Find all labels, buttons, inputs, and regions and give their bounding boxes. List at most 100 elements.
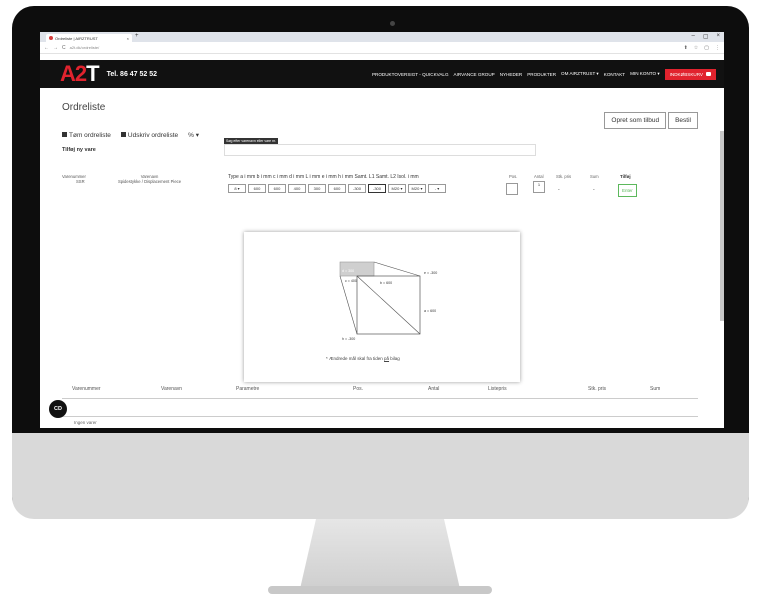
nav-item-produktoversigt[interactable]: PRODUKTOVERSIGT - QUICKVALG	[372, 72, 449, 77]
cart-icon	[706, 72, 711, 76]
c-input[interactable]: 400	[288, 184, 306, 193]
nav-item-kontakt[interactable]: KONTAKT	[604, 72, 625, 77]
th-varenummer: Varenummer	[72, 386, 101, 392]
label-a: a = 600	[424, 309, 436, 313]
label-c: c = 400	[345, 279, 357, 283]
url-field[interactable]: a2t.dk/ordreliste/	[70, 45, 100, 50]
main-nav: PRODUKTOVERSIGT - QUICKVALG AIRVANCE GRO…	[372, 68, 716, 80]
empty-list-button[interactable]: Tøm ordreliste	[62, 132, 111, 139]
nav-item-min-konto[interactable]: MIN KONTO ▾	[630, 71, 660, 77]
imac-chin	[12, 433, 749, 519]
nav-item-airvance[interactable]: AIRVANCE GROUP	[454, 72, 495, 77]
print-list-button[interactable]: Udskriv ordreliste	[120, 131, 179, 139]
table-divider-2	[62, 416, 698, 417]
new-tab-button[interactable]: +	[135, 33, 139, 39]
printer-icon	[120, 132, 126, 138]
tilfoj-head: Tilføj	[620, 174, 631, 179]
label-e: e = -300	[424, 271, 437, 275]
pos-input[interactable]	[506, 183, 518, 195]
antal-input[interactable]: 1	[533, 181, 545, 193]
search-input[interactable]	[224, 144, 536, 156]
sum-head: Sum	[590, 174, 599, 179]
camera-dot	[390, 21, 395, 26]
l-input[interactable]: 600	[328, 184, 346, 193]
tab-title: Ordreliste | AIRZTRUST	[55, 35, 98, 41]
maximize-button[interactable]: ▢	[703, 33, 709, 40]
cart-label: INDKØBSKURV	[669, 71, 703, 77]
pos-head: Pos.	[509, 174, 518, 179]
th-pos: Pos.	[353, 386, 364, 392]
d-input[interactable]: 300	[308, 184, 326, 193]
order-button[interactable]: Bestil	[668, 112, 698, 129]
phone-number: Tel. 86 47 52 52	[106, 70, 158, 78]
empty-table-text: Ingen varer	[74, 420, 97, 425]
b-input[interactable]: 600	[268, 184, 286, 193]
type-select[interactable]: 8 ▾	[228, 184, 246, 193]
percent-dropdown[interactable]: % ▾	[188, 131, 199, 139]
th-stk-pris: Stk. pris	[588, 386, 607, 392]
samt-l2-select[interactable]: M20 ▾	[408, 184, 426, 193]
product-number: SSR	[76, 179, 85, 184]
diagram-left-slope	[339, 275, 358, 335]
cart-button[interactable]: INDKØBSKURV	[664, 68, 716, 80]
sum-value: -	[593, 187, 595, 193]
logo[interactable]: A2T	[60, 61, 100, 87]
order-toolbar: Tøm ordreliste Udskriv ordreliste % ▾	[62, 131, 702, 139]
empty-list-label: Tøm ordreliste	[69, 131, 111, 139]
forward-button[interactable]: →	[53, 45, 58, 51]
screen: Ordreliste | AIRZTRUST × + – ▢ × ← → C a…	[40, 32, 724, 428]
address-bar: ← → C a2t.dk/ordreliste/ ⬆ ☆ ▢ ⋮	[40, 42, 724, 54]
table-divider	[62, 398, 698, 399]
imac-stand-base	[268, 586, 492, 594]
back-button[interactable]: ←	[44, 45, 49, 51]
th-listepris: Listepris	[488, 386, 507, 392]
nav-item-nyheder[interactable]: NYHEDER	[500, 72, 522, 77]
antal-head: Antal	[534, 174, 544, 179]
logo-a2: A2	[60, 61, 87, 86]
minimize-button[interactable]: –	[691, 33, 694, 40]
label-d: d = 300	[342, 269, 354, 273]
nav-item-om-airztrust[interactable]: OM AIRZTRUST ▾	[561, 71, 599, 77]
diagram-slope	[373, 261, 421, 277]
print-list-label: Udskriv ordreliste	[127, 131, 179, 139]
params-header: Type a i mm b i mm c i mm d i mm L i mm …	[228, 174, 419, 180]
th-parametre: Parametre	[236, 386, 260, 392]
product-number-col: Varenummer SSR	[62, 174, 86, 184]
browser-tab[interactable]: Ordreliste | AIRZTRUST ×	[46, 34, 132, 42]
favicon-icon	[49, 36, 53, 40]
popup-note-prefix: * Ændrede mål skal fra tiden	[326, 356, 385, 361]
samt-l1-select[interactable]: M20 ▾	[388, 184, 406, 193]
share-icon[interactable]: ⬆	[684, 45, 688, 51]
scrollbar[interactable]	[720, 131, 724, 321]
tab-close-icon[interactable]: ×	[127, 36, 129, 41]
close-window-button[interactable]: ×	[716, 33, 720, 40]
stk-pris-head: Stk. pris	[556, 174, 572, 179]
e-input[interactable]: -300	[348, 184, 366, 193]
site-header: A2T Tel. 86 47 52 52 PRODUKTOVERSIGT - Q…	[40, 60, 724, 88]
menu-icon[interactable]: ⋮	[715, 45, 720, 51]
trash-icon	[62, 132, 67, 138]
nav-item-produkter[interactable]: PRODUKTER	[527, 72, 556, 77]
window-controls: – ▢ ×	[691, 33, 720, 40]
th-sum: Sum	[650, 386, 661, 392]
order-actions: Opret som tilbud Bestil	[604, 112, 698, 129]
address-bar-actions: ⬆ ☆ ▢ ⋮	[684, 45, 720, 51]
profile-icon[interactable]: ▢	[704, 45, 709, 51]
a-input[interactable]: 600	[248, 184, 266, 193]
label-b: b = 600	[380, 281, 392, 285]
th-varenavn: Varenavn	[161, 386, 183, 392]
reload-button[interactable]: C	[62, 45, 66, 51]
product-name-col: Varenavn Spidestykke / Displacement Piec…	[118, 174, 181, 184]
logo-t: T	[86, 61, 99, 86]
create-offer-button[interactable]: Opret som tilbud	[604, 112, 667, 129]
label-h: h = -300	[342, 337, 355, 341]
h-input[interactable]: -300	[368, 184, 386, 193]
bookmark-star-icon[interactable]: ☆	[694, 45, 698, 51]
param-inputs: 8 ▾ 600 600 400 300 600 -300 -300 M20 ▾ …	[228, 184, 446, 193]
add-enter-button[interactable]: Enter	[618, 184, 637, 197]
popup-note-suffix: bilag	[389, 356, 400, 361]
th-antal: Antal	[428, 386, 440, 392]
dimension-popup: d = 300 c = 400 b = 600 e = -300 a = 600…	[244, 232, 520, 382]
cd-badge[interactable]: CD	[49, 400, 67, 418]
isol-select[interactable]: - ▾	[428, 184, 446, 193]
